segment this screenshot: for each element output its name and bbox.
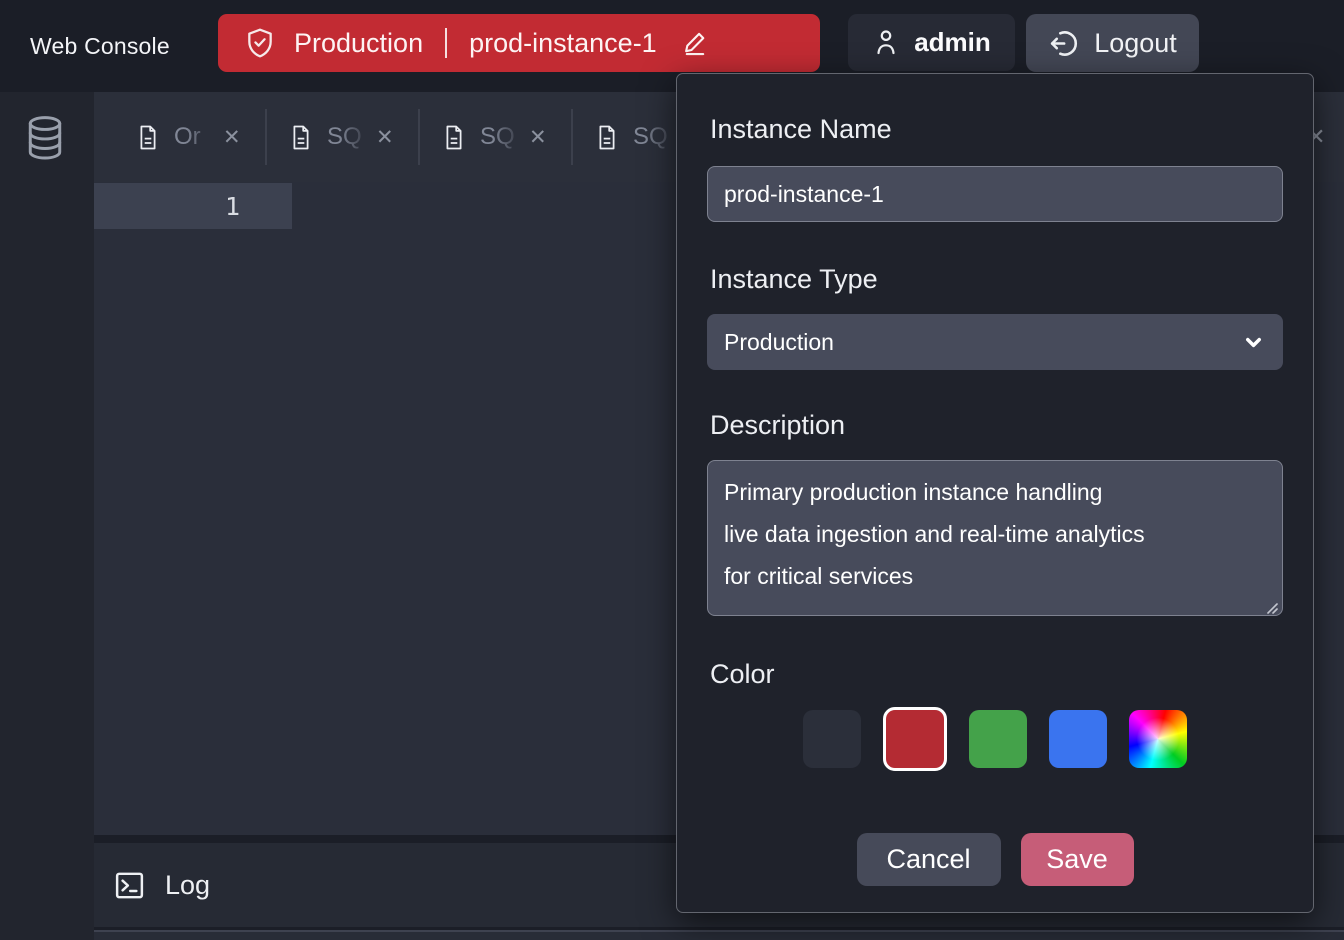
logout-button[interactable]: Logout: [1026, 14, 1199, 72]
tab-close-icon[interactable]: ✕: [529, 125, 547, 150]
log-panel-title: Log: [165, 870, 210, 901]
database-icon[interactable]: [24, 114, 66, 166]
description-label: Description: [710, 408, 1283, 442]
environment-type-label: Production: [294, 28, 423, 59]
shield-check-icon: [244, 26, 276, 60]
tab-2[interactable]: SQ ✕: [267, 92, 420, 182]
file-icon: [596, 124, 618, 151]
description-field-wrap: Primary production instance handling liv…: [707, 460, 1283, 621]
instance-name-label: prod-instance-1: [469, 28, 657, 59]
color-swatch-red[interactable]: [883, 707, 947, 771]
tab-label: SQ: [633, 123, 680, 151]
chevron-down-icon: [1242, 331, 1265, 354]
web-console-screen: Web Console Production prod-instance-1: [0, 0, 1344, 940]
tab-3[interactable]: SQ ✕: [420, 92, 573, 182]
color-label: Color: [710, 657, 1283, 691]
editor-active-line-gutter: 1: [94, 183, 292, 229]
save-button[interactable]: Save: [1021, 833, 1134, 886]
tab-label: SQ: [480, 123, 527, 151]
environment-badge[interactable]: Production prod-instance-1: [218, 14, 820, 72]
instance-type-select[interactable]: Production: [707, 314, 1283, 370]
sidebar: [0, 92, 94, 940]
logout-icon: [1048, 28, 1079, 59]
user-name: admin: [914, 27, 991, 58]
dialog-button-row: Cancel Save: [707, 833, 1283, 886]
color-swatch-green[interactable]: [969, 710, 1027, 768]
file-icon: [443, 124, 465, 151]
instance-type-label: Instance Type: [710, 262, 1283, 296]
instance-name-label: Instance Name: [710, 112, 1283, 146]
tab-close-icon[interactable]: ✕: [376, 125, 394, 150]
instance-settings-dialog: Instance Name Instance Type Production D…: [676, 73, 1314, 913]
edit-pencil-icon[interactable]: [681, 29, 709, 57]
color-swatch-blue[interactable]: [1049, 710, 1107, 768]
file-icon: [290, 124, 312, 151]
color-swatch-row: [707, 707, 1283, 771]
tab-label: Or: [174, 123, 221, 151]
instance-name-input[interactable]: [707, 166, 1283, 222]
logout-label: Logout: [1094, 28, 1177, 59]
description-textarea[interactable]: Primary production instance handling liv…: [707, 460, 1283, 616]
color-swatch-rainbow[interactable]: [1129, 710, 1187, 768]
terminal-icon: [113, 869, 146, 902]
user-chip[interactable]: admin: [848, 14, 1015, 71]
app-title: Web Console: [30, 0, 170, 92]
line-number: 1: [225, 192, 240, 221]
bottom-status-strip: [94, 930, 1344, 940]
tab-label: SQ: [327, 123, 374, 151]
tab-1[interactable]: Or ✕: [114, 92, 267, 182]
cancel-button[interactable]: Cancel: [857, 833, 1001, 886]
file-icon: [137, 124, 159, 151]
user-icon: [872, 27, 900, 58]
badge-separator: [445, 28, 447, 58]
instance-type-value: Production: [724, 329, 834, 356]
color-swatch-default[interactable]: [803, 710, 861, 768]
tab-close-icon[interactable]: ✕: [223, 125, 241, 150]
